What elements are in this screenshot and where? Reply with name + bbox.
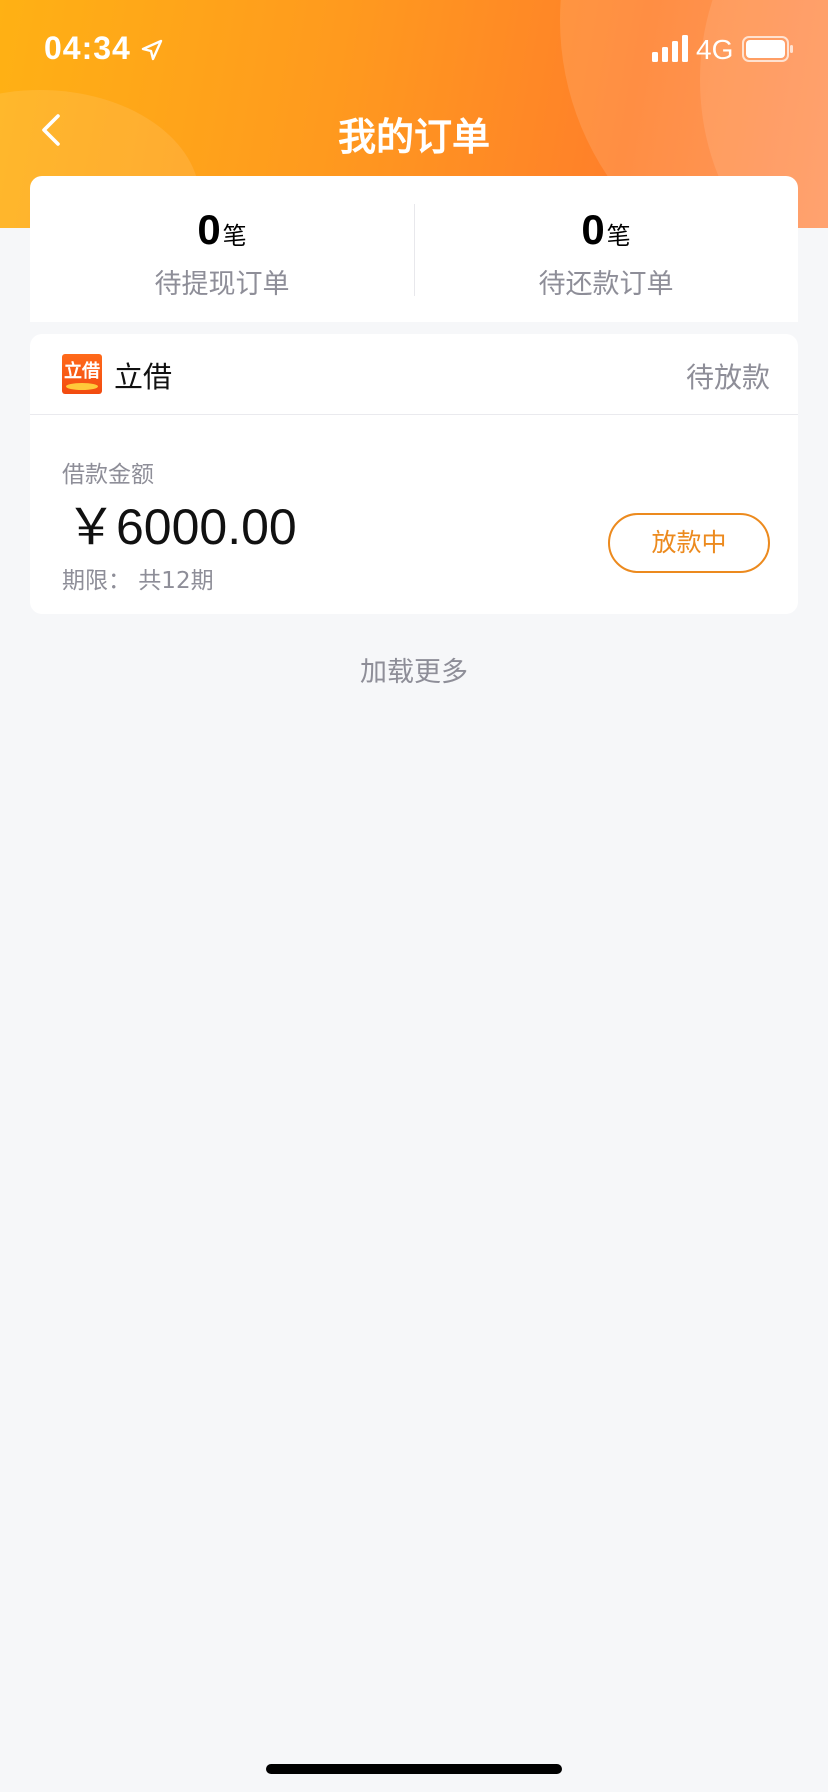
status-time: 04:34 (44, 30, 131, 66)
order-card-header: 立借 立借 待放款 (30, 334, 798, 415)
battery-icon (742, 36, 793, 62)
summary-pending-withdrawal[interactable]: 0笔 待提现订单 (30, 176, 414, 322)
disbursing-status-button[interactable]: 放款中 (608, 513, 770, 573)
order-card[interactable]: 立借 立借 待放款 借款金额 ￥6000.00 期限： 共12期 放款中 (30, 334, 798, 614)
amount-label: 借款金额 (62, 462, 154, 488)
page-title: 我的订单 (337, 115, 490, 159)
location-arrow-icon (141, 39, 163, 61)
summary-count: 0笔 (414, 206, 798, 254)
brand-logo: 立借 (62, 354, 102, 394)
summary-count-unit: 笔 (606, 222, 631, 250)
order-status: 待放款 (685, 361, 770, 394)
summary-pending-repayment[interactable]: 0笔 待还款订单 (414, 176, 798, 322)
load-more-link[interactable]: 加载更多 (0, 650, 828, 689)
brand-name: 立借 (114, 360, 173, 394)
logo-swoosh (66, 383, 98, 390)
order-summary-card: 0笔 待提现订单 0笔 待还款订单 (30, 176, 798, 322)
summary-count-unit: 笔 (222, 222, 247, 250)
navigation-bar: 我的订单 (0, 96, 828, 164)
loan-term: 期限： 共12期 (62, 568, 214, 594)
loan-amount: ￥6000.00 (66, 499, 297, 555)
summary-label: 待提现订单 (154, 269, 290, 300)
signal-icon (652, 35, 688, 62)
summary-count: 0笔 (30, 206, 414, 254)
home-indicator (266, 1764, 562, 1774)
status-bar: 04:34 4G (0, 0, 828, 96)
summary-count-number: 0 (581, 206, 605, 253)
summary-count-number: 0 (197, 206, 221, 253)
order-card-body: 借款金额 ￥6000.00 期限： 共12期 放款中 (30, 415, 798, 614)
network-type: 4G (696, 34, 734, 65)
brand-logo-text: 立借 (64, 361, 100, 382)
summary-label: 待还款订单 (538, 269, 674, 300)
